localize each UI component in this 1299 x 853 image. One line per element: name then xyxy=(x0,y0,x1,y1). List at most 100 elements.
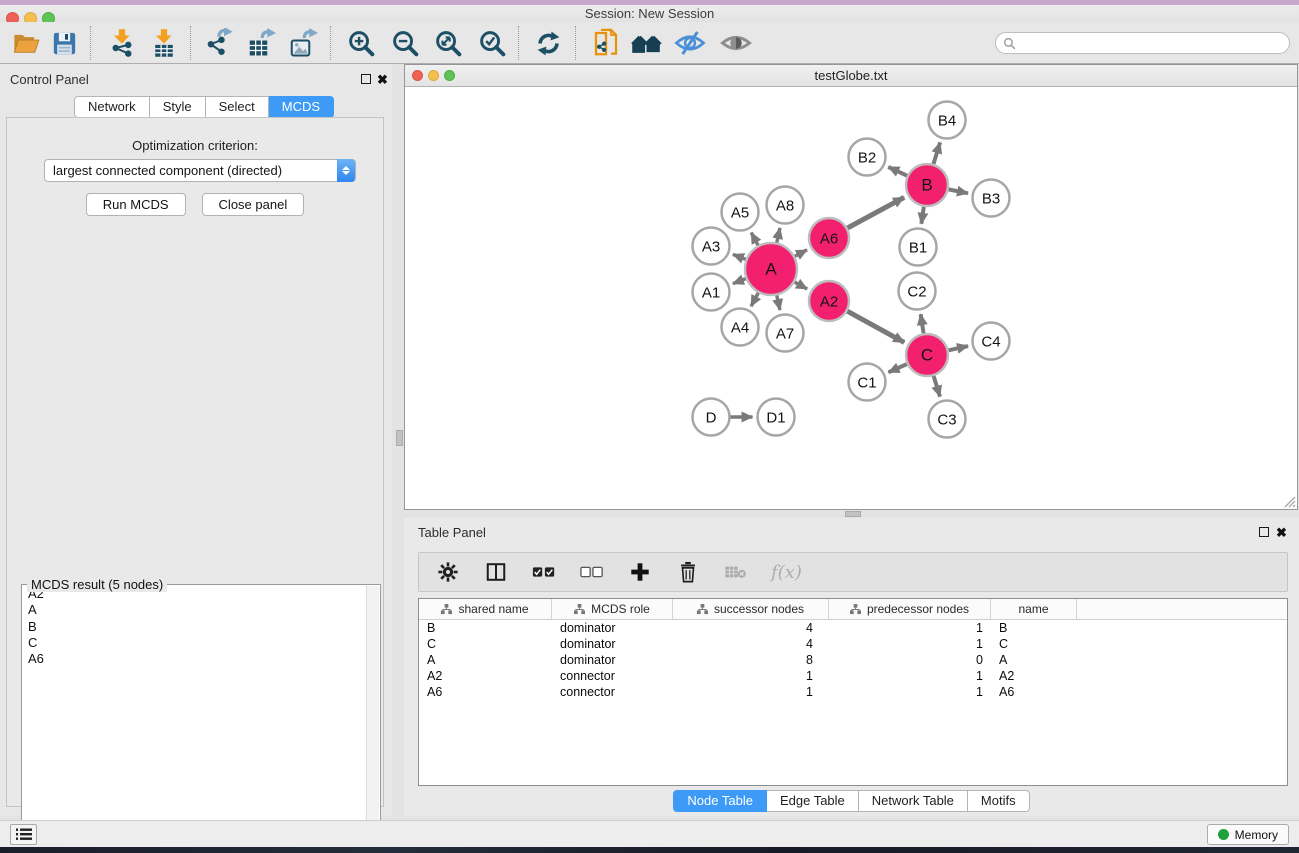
table-row[interactable]: Adominator80A xyxy=(419,652,1287,668)
mcds-result-item[interactable]: A6 xyxy=(23,651,366,667)
zoom-selected-button[interactable] xyxy=(475,27,509,59)
table-cell[interactable]: A xyxy=(419,652,552,668)
tab-node-table[interactable]: Node Table xyxy=(673,790,767,812)
table-cell[interactable] xyxy=(1077,668,1287,684)
table-cell[interactable]: 1 xyxy=(829,684,991,700)
table-cell[interactable] xyxy=(1077,620,1287,636)
tab-mcds[interactable]: MCDS xyxy=(269,96,334,118)
network-window-titlebar[interactable]: testGlobe.txt xyxy=(405,65,1297,87)
graph-edge-A6-B[interactable] xyxy=(847,197,904,228)
show-selected-button[interactable] xyxy=(719,27,753,59)
table-row[interactable]: Bdominator41B xyxy=(419,620,1287,636)
graph-edge-A-A4[interactable] xyxy=(751,293,758,306)
table-cell[interactable]: 4 xyxy=(673,620,829,636)
tab-edge-table[interactable]: Edge Table xyxy=(767,790,859,812)
table-cell[interactable]: dominator xyxy=(552,652,673,668)
column-header-shared-name[interactable]: shared name xyxy=(419,599,552,619)
import-table-button[interactable] xyxy=(147,27,181,59)
search-field[interactable] xyxy=(995,32,1290,54)
tab-network[interactable]: Network xyxy=(74,96,150,118)
table-cell[interactable]: C xyxy=(419,636,552,652)
table-cell[interactable]: 4 xyxy=(673,636,829,652)
table-settings-button[interactable] xyxy=(435,559,461,585)
table-cell[interactable]: B xyxy=(419,620,552,636)
dropdown-stepper-icon[interactable] xyxy=(337,159,355,182)
graph-edge-B-B4[interactable] xyxy=(933,142,940,164)
delete-selected-button[interactable] xyxy=(675,559,701,585)
graph-edge-B-B2[interactable] xyxy=(888,167,907,176)
run-mcds-button[interactable]: Run MCDS xyxy=(86,193,186,216)
graph-edge-A-A2[interactable] xyxy=(795,282,807,289)
table-float-icon[interactable] xyxy=(1259,527,1269,537)
graph-edge-A-A1[interactable] xyxy=(733,279,746,284)
panel-splitter-handle[interactable] xyxy=(396,430,403,446)
graph-edge-B-B3[interactable] xyxy=(949,189,968,193)
task-history-button[interactable] xyxy=(10,824,37,845)
table-splitter-handle[interactable] xyxy=(845,511,861,517)
table-cell[interactable]: 1 xyxy=(673,668,829,684)
table-cell[interactable]: A2 xyxy=(419,668,552,684)
show-all-networks-button[interactable] xyxy=(630,27,664,59)
duplicate-network-button[interactable] xyxy=(589,27,623,59)
memory-button[interactable]: Memory xyxy=(1207,824,1289,845)
table-cell[interactable]: dominator xyxy=(552,636,673,652)
table-cell[interactable]: 0 xyxy=(829,652,991,668)
table-cell[interactable]: C xyxy=(991,636,1077,652)
graph-edge-C-C1[interactable] xyxy=(888,364,907,372)
table-cell[interactable]: A2 xyxy=(991,668,1077,684)
tab-select[interactable]: Select xyxy=(206,96,269,118)
table-cell[interactable]: 1 xyxy=(673,684,829,700)
table-cell[interactable] xyxy=(1077,636,1287,652)
split-panel-button[interactable] xyxy=(483,559,509,585)
table-row[interactable]: A2connector11A2 xyxy=(419,668,1287,684)
column-header-predecessor-nodes[interactable]: predecessor nodes xyxy=(829,599,991,619)
open-session-button[interactable] xyxy=(9,27,43,59)
export-network-button[interactable] xyxy=(202,27,236,59)
table-row[interactable]: A6connector11A6 xyxy=(419,684,1287,700)
graph-edge-A-A6[interactable] xyxy=(795,250,807,256)
refresh-layout-button[interactable] xyxy=(531,27,565,59)
export-image-button[interactable] xyxy=(286,27,320,59)
table-row[interactable]: Cdominator41C xyxy=(419,636,1287,652)
mcds-result-item[interactable]: C xyxy=(23,635,366,651)
table-cell[interactable]: 1 xyxy=(829,636,991,652)
column-header-name[interactable]: name xyxy=(991,599,1077,619)
graph-edge-C-C4[interactable] xyxy=(948,346,968,350)
add-column-button[interactable] xyxy=(627,559,653,585)
graph-edge-A-A3[interactable] xyxy=(733,254,746,259)
table-cell[interactable]: B xyxy=(991,620,1077,636)
deselect-all-button[interactable] xyxy=(579,559,605,585)
zoom-in-button[interactable] xyxy=(344,27,378,59)
tab-style[interactable]: Style xyxy=(150,96,206,118)
table-cell[interactable] xyxy=(1077,684,1287,700)
table-cell[interactable]: 1 xyxy=(829,620,991,636)
tab-motifs[interactable]: Motifs xyxy=(968,790,1030,812)
table-cell[interactable]: connector xyxy=(552,668,673,684)
mcds-list-scrollbar[interactable] xyxy=(366,586,379,853)
table-cell[interactable] xyxy=(1077,652,1287,668)
hide-selected-button[interactable] xyxy=(673,27,707,59)
mcds-result-item[interactable]: B xyxy=(23,619,366,635)
float-panel-icon[interactable] xyxy=(361,74,371,84)
table-cell[interactable]: A xyxy=(991,652,1077,668)
export-table-button[interactable] xyxy=(244,27,278,59)
table-cell[interactable]: 1 xyxy=(829,668,991,684)
graph-edge-A2-C[interactable] xyxy=(847,311,904,342)
graph-edge-B-B1[interactable] xyxy=(921,207,923,224)
criterion-dropdown[interactable]: largest connected component (directed) xyxy=(44,159,356,182)
table-cell[interactable]: connector xyxy=(552,684,673,700)
zoom-out-button[interactable] xyxy=(388,27,422,59)
graph-edge-A-A8[interactable] xyxy=(777,228,780,243)
search-input[interactable] xyxy=(1020,36,1289,50)
table-cell[interactable]: A6 xyxy=(991,684,1077,700)
graph-edge-C-C2[interactable] xyxy=(921,314,924,333)
close-panel-icon[interactable]: ✖ xyxy=(377,74,388,85)
table-cell[interactable]: A6 xyxy=(419,684,552,700)
close-panel-button[interactable]: Close panel xyxy=(202,193,305,216)
tab-network-table[interactable]: Network Table xyxy=(859,790,968,812)
mcds-result-item[interactable]: A xyxy=(23,602,366,618)
table-cell[interactable]: 8 xyxy=(673,652,829,668)
network-canvas[interactable]: B4B2BB3A8A5A6A3B1AA1C2A2A4A7C4CC1DD1C3 xyxy=(405,87,1297,509)
window-resize-grip[interactable] xyxy=(1282,494,1296,508)
graph-edge-A-A7[interactable] xyxy=(777,295,780,310)
